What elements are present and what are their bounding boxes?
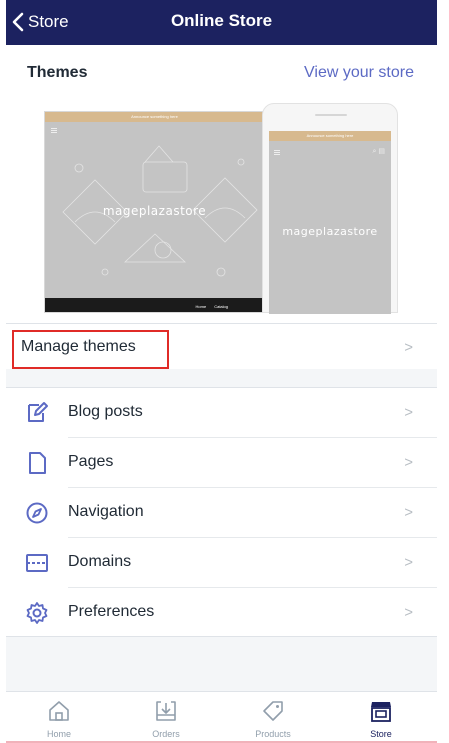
search-cart-icon: ⌕ ▤ (372, 148, 385, 155)
online-store-menu: Blog posts > Pages > Navigation > Domain… (6, 387, 437, 637)
gear-icon (26, 602, 48, 624)
menu-item-label: Pages (68, 453, 114, 470)
tab-label: Home (46, 729, 71, 739)
blog-post-icon (28, 402, 48, 422)
mobile-hamburger-icon (274, 150, 280, 151)
preview-footer: Home Catalog (45, 298, 264, 312)
desktop-preview: Announce something here mageplazastore H… (44, 111, 265, 313)
mobile-preview: Announce something here ⌕ ▤ mageplazasto… (262, 103, 398, 314)
chevron-right-icon: > (404, 554, 413, 571)
view-store-link[interactable]: View your store (304, 64, 414, 82)
chevron-right-icon: > (404, 604, 413, 621)
menu-item-blog-posts[interactable]: Blog posts > (6, 388, 437, 438)
mobile-store-name: mageplazastore (282, 225, 378, 238)
tab-label: Store (370, 729, 392, 739)
page-title: Online Store (170, 11, 273, 30)
mobile-screen: Announce something here ⌕ ▤ mageplazasto… (269, 131, 391, 314)
home-icon (49, 701, 69, 721)
tab-label: Orders (152, 729, 180, 739)
domains-icon (26, 554, 48, 572)
themes-card: Themes View your store Announce somethin… (6, 45, 437, 369)
desktop-store-name: mageplazastore (102, 204, 207, 218)
phone-speaker (315, 114, 347, 116)
themes-heading: Themes (27, 64, 88, 81)
menu-item-label: Blog posts (68, 403, 143, 420)
tab-bar: Home Orders Products Store (6, 691, 437, 743)
chevron-right-icon: > (404, 504, 413, 521)
orders-icon (156, 701, 176, 721)
manage-themes-label: Manage themes (21, 338, 136, 355)
tab-products[interactable]: Products (223, 692, 323, 743)
preview-footer-link: Home (195, 304, 207, 309)
menu-item-label: Domains (68, 553, 132, 570)
tab-home[interactable]: Home (9, 692, 109, 743)
tab-label: Products (255, 729, 291, 739)
menu-item-label: Navigation (68, 503, 144, 520)
tab-orders[interactable]: Orders (116, 692, 216, 743)
mobile-announcement-bar: Announce something here (269, 131, 391, 141)
menu-item-pages[interactable]: Pages > (6, 438, 437, 488)
manage-themes-row[interactable]: Manage themes > (6, 323, 437, 369)
menu-item-label: Preferences (68, 603, 155, 620)
store-icon (371, 702, 391, 722)
app-screen: Store Online Store Themes View your stor… (6, 0, 437, 743)
page-icon (29, 452, 46, 474)
navigation-compass-icon (26, 502, 48, 524)
theme-preview[interactable]: Announce something here mageplazastore H… (44, 103, 400, 314)
menu-item-domains[interactable]: Domains > (6, 538, 437, 588)
menu-item-preferences[interactable]: Preferences > (6, 588, 437, 638)
chevron-right-icon: > (404, 404, 413, 421)
chevron-right-icon: > (404, 339, 413, 356)
menu-item-navigation[interactable]: Navigation > (6, 488, 437, 538)
preview-announcement-bar: Announce something here (45, 112, 264, 122)
chevron-right-icon: > (404, 454, 413, 471)
preview-footer-link: Catalog (214, 304, 228, 309)
navigation-bar: Store Online Store (6, 0, 437, 45)
tab-store[interactable]: Store (331, 692, 431, 743)
tag-icon (263, 701, 283, 721)
